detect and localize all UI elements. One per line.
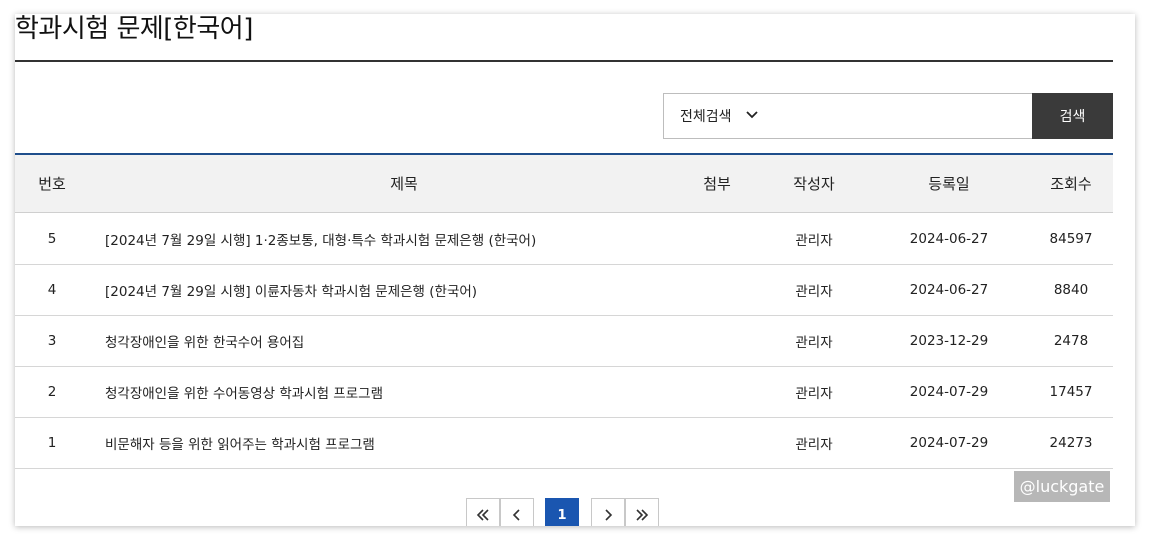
table-row[interactable]: 4 [2024년 7월 29일 시행] 이륜자동차 학과시험 문제은행 (한국어… — [15, 265, 1113, 316]
last-page-icon — [636, 509, 649, 521]
prev-page-button[interactable] — [500, 498, 534, 526]
row-author: 관리자 — [795, 233, 833, 249]
row-num: 1 — [47, 435, 57, 451]
row-views: 17457 — [1049, 384, 1093, 400]
chevron-down-icon — [746, 111, 758, 119]
first-page-icon — [476, 509, 489, 521]
row-attachment — [675, 367, 759, 417]
last-page-button[interactable] — [625, 498, 659, 526]
row-title-link[interactable]: [2024년 7월 29일 시행] 1·2종보통, 대형·특수 학과시험 문제은… — [89, 214, 719, 264]
search-scope-select[interactable]: 전체검색 — [663, 93, 773, 139]
header-attachment: 첨부 — [703, 175, 731, 193]
row-attachment — [675, 316, 759, 366]
board-panel: 학과시험 문제[한국어] 전체검색 검색 번호 제목 첨부 작성자 등록일 조회… — [15, 14, 1135, 526]
header-date: 등록일 — [928, 175, 970, 193]
watermark: @luckgate — [1014, 471, 1110, 502]
row-attachment — [675, 265, 759, 315]
table-row[interactable]: 5 [2024년 7월 29일 시행] 1·2종보통, 대형·특수 학과시험 문… — [15, 214, 1113, 265]
row-title-link[interactable]: 청각장애인을 위한 한국수어 용어집 — [89, 316, 719, 366]
table-row[interactable]: 1 비문해자 등을 위한 읽어주는 학과시험 프로그램 관리자 2024-07-… — [15, 418, 1113, 469]
next-page-button[interactable] — [591, 498, 625, 526]
header-views: 조회수 — [1050, 175, 1092, 193]
page-button-current[interactable]: 1 — [545, 498, 579, 526]
title-divider — [15, 60, 1113, 62]
row-views: 84597 — [1049, 231, 1093, 247]
row-attachment — [675, 418, 759, 468]
header-title: 제목 — [390, 175, 418, 193]
row-date: 2024-07-29 — [909, 384, 989, 400]
first-page-button[interactable] — [466, 498, 500, 526]
row-num: 4 — [47, 282, 57, 298]
header-author: 작성자 — [793, 175, 835, 193]
row-author: 관리자 — [795, 386, 833, 402]
search-scope-label: 전체검색 — [680, 109, 732, 125]
table-row[interactable]: 2 청각장애인을 위한 수어동영상 학과시험 프로그램 관리자 2024-07-… — [15, 367, 1113, 418]
row-views: 2478 — [1053, 333, 1089, 349]
search-button[interactable]: 검색 — [1032, 93, 1113, 139]
row-num: 5 — [47, 231, 57, 247]
row-author: 관리자 — [795, 335, 833, 351]
table-header: 번호 제목 첨부 작성자 등록일 조회수 — [15, 155, 1113, 213]
search-input[interactable] — [772, 93, 1033, 139]
next-page-icon — [605, 509, 613, 521]
row-title-link[interactable]: 청각장애인을 위한 수어동영상 학과시험 프로그램 — [89, 367, 719, 417]
row-title-link[interactable]: [2024년 7월 29일 시행] 이륜자동차 학과시험 문제은행 (한국어) — [89, 265, 719, 315]
row-author: 관리자 — [795, 284, 833, 300]
page-title: 학과시험 문제[한국어] — [15, 14, 253, 44]
row-date: 2024-06-27 — [909, 282, 989, 298]
row-num: 3 — [47, 333, 57, 349]
row-date: 2023-12-29 — [909, 333, 989, 349]
prev-page-icon — [512, 509, 520, 521]
row-date: 2024-07-29 — [909, 435, 989, 451]
row-views: 8840 — [1053, 282, 1089, 298]
row-attachment — [675, 214, 759, 264]
row-views: 24273 — [1049, 435, 1093, 451]
row-title-link[interactable]: 비문해자 등을 위한 읽어주는 학과시험 프로그램 — [89, 418, 719, 468]
row-author: 관리자 — [795, 437, 833, 453]
row-date: 2024-06-27 — [909, 231, 989, 247]
table-row[interactable]: 3 청각장애인을 위한 한국수어 용어집 관리자 2023-12-29 2478 — [15, 316, 1113, 367]
row-num: 2 — [47, 384, 57, 400]
header-num: 번호 — [38, 175, 66, 193]
